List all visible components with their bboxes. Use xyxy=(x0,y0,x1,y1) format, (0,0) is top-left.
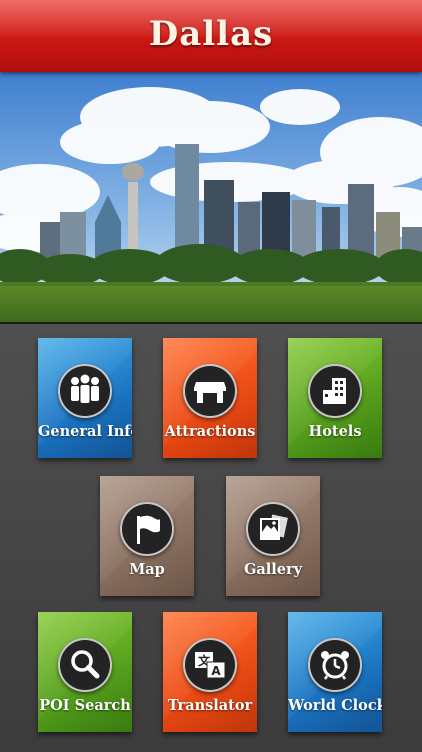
building-icon xyxy=(308,364,362,418)
svg-text:A: A xyxy=(211,664,221,678)
flag-icon-graphic xyxy=(137,515,160,544)
gallery-button[interactable]: Gallery xyxy=(226,476,320,596)
people-icon-graphic xyxy=(71,374,99,403)
general-info-button[interactable]: General Info xyxy=(38,338,132,458)
photos-icon xyxy=(246,502,300,556)
tile-label: Gallery xyxy=(243,561,303,578)
tile-label: World Clock xyxy=(288,697,382,714)
alarm-clock-icon xyxy=(308,638,362,692)
storefront-icon xyxy=(183,364,237,418)
translate-icon-graphic: 文 A xyxy=(195,652,226,679)
tile-label: Attractions xyxy=(164,423,256,440)
translator-button[interactable]: 文 A Translator xyxy=(163,612,257,732)
tile-label: Translator xyxy=(167,697,253,714)
poi-search-button[interactable]: POI Search xyxy=(38,612,132,732)
world-clock-button[interactable]: World Clock xyxy=(288,612,382,732)
storefront-icon-graphic xyxy=(194,382,226,403)
alarm-clock-icon-graphic xyxy=(321,651,349,680)
map-button[interactable]: Map xyxy=(100,476,194,596)
magnifier-icon xyxy=(58,638,112,692)
flag-icon xyxy=(120,502,174,556)
photos-icon-graphic xyxy=(260,514,288,540)
tile-label: POI Search xyxy=(39,697,131,714)
magnifier-icon-graphic xyxy=(71,650,100,679)
menu-panel: General Info Attractions Hotels Map Gall… xyxy=(0,322,422,752)
app-header: Dallas xyxy=(0,0,422,72)
skyline-illustration xyxy=(0,72,422,322)
tile-label: General Info xyxy=(38,423,132,440)
people-icon xyxy=(58,364,112,418)
tile-label: Hotels xyxy=(308,423,362,440)
tile-label: Map xyxy=(129,561,165,578)
hero-image xyxy=(0,72,422,322)
building-icon-graphic xyxy=(323,378,346,404)
page-title: Dallas xyxy=(148,14,274,54)
hotels-button[interactable]: Hotels xyxy=(288,338,382,458)
attractions-button[interactable]: Attractions xyxy=(163,338,257,458)
translate-icon: 文 A xyxy=(183,638,237,692)
